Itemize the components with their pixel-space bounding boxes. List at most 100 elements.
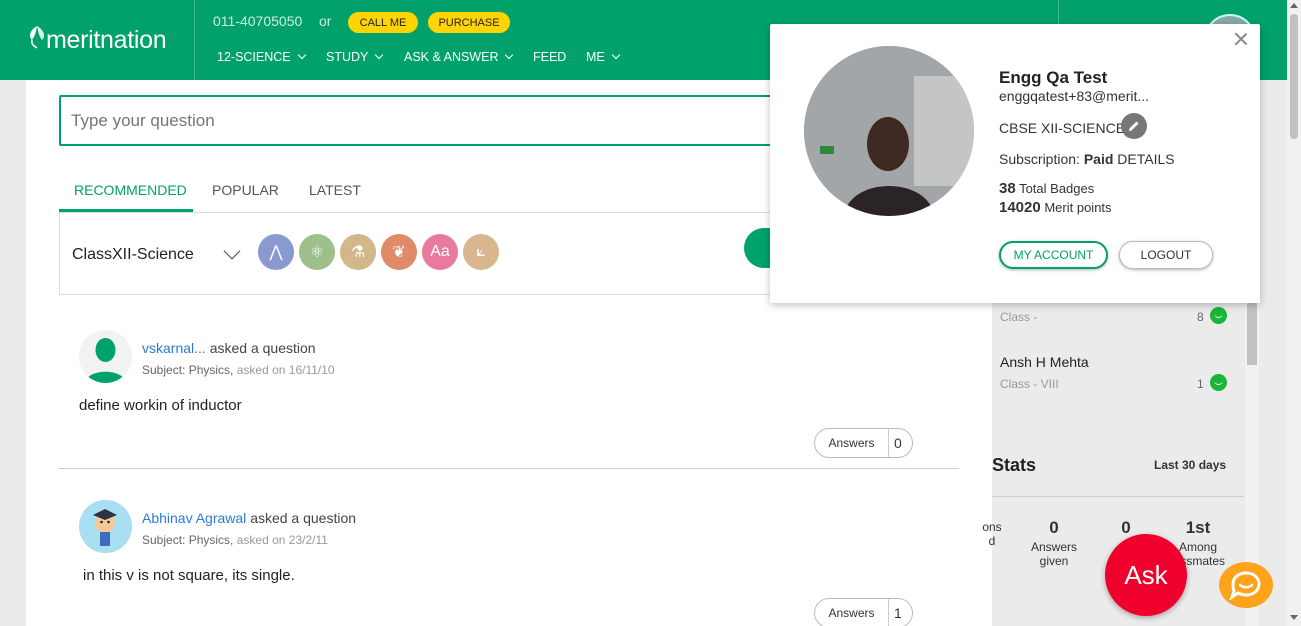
- graduate-avatar-icon: [79, 500, 132, 553]
- student-count: 8: [1197, 310, 1204, 324]
- smiley-icon: [1210, 307, 1227, 324]
- chat-icon: [1229, 571, 1261, 600]
- student-class: Class -: [1000, 310, 1038, 324]
- subject-name: Physics,: [188, 363, 234, 377]
- badges-label: Total Badges: [1019, 181, 1095, 196]
- english-icon[interactable]: Aa: [422, 234, 458, 270]
- economics-icon[interactable]: ⟀: [463, 234, 499, 270]
- maths-icon[interactable]: ⋀: [258, 234, 294, 270]
- nav-label: 12-SCIENCE: [217, 50, 291, 64]
- nav-label: ME: [586, 50, 605, 64]
- student-count: 1: [1197, 377, 1204, 391]
- purchase-button[interactable]: PURCHASE: [428, 12, 510, 33]
- stat-value: 0: [1049, 518, 1059, 537]
- stats-title: Stats: [992, 455, 1037, 475]
- stat-label: ons d: [982, 520, 1002, 548]
- merit-points: 14020: [999, 199, 1041, 216]
- physics-icon[interactable]: ⚛: [299, 234, 335, 270]
- badges-count: 38: [999, 180, 1016, 197]
- answers-count: 1: [894, 605, 902, 621]
- tab-popular[interactable]: POPULAR: [212, 182, 279, 198]
- answers-label: Answers: [815, 429, 889, 457]
- stat-questions: ons d: [962, 518, 1022, 548]
- subscription-status: Paid: [1083, 151, 1114, 167]
- class-select[interactable]: ClassXII-Science: [72, 246, 194, 264]
- edit-icon[interactable]: [1121, 113, 1147, 139]
- tab-latest[interactable]: LATEST: [309, 182, 361, 198]
- page-scrollbar[interactable]: [1287, 0, 1301, 626]
- profile-popup: Engg Qa Test enggqatest+83@merit... CBSE…: [770, 24, 1260, 303]
- profile-name: Engg Qa Test: [999, 68, 1108, 87]
- biology-icon[interactable]: ❦: [381, 234, 417, 270]
- question-meta: vskarnal... asked a question: [142, 340, 316, 356]
- stats-period[interactable]: Last 30 days: [1154, 458, 1226, 472]
- scroll-up-icon[interactable]: [1290, 3, 1298, 8]
- question-text[interactable]: in this v is not square, its single.: [83, 567, 295, 584]
- asked-date: asked on 16/11/10: [236, 363, 335, 377]
- stat-answers: 0 Answers given: [1024, 518, 1084, 568]
- subscription-line: Subscription: Paid DETAILS: [999, 151, 1175, 167]
- profile-email: enggqatest+83@merit...: [999, 88, 1150, 104]
- smiley-icon: [1210, 374, 1227, 391]
- pencil-icon: [1129, 121, 1139, 131]
- nav-label: STUDY: [326, 50, 369, 64]
- question-meta: Abhinav Agrawal asked a question: [142, 510, 356, 526]
- question-action: asked a question: [250, 510, 357, 526]
- question-author[interactable]: vskarnal...: [142, 340, 206, 356]
- profile-class: CBSE XII-SCIENCE: [999, 120, 1126, 136]
- student-name[interactable]: Ansh H Mehta: [1000, 354, 1089, 370]
- profile-stats: 38 Total Badges 14020 Merit points: [999, 179, 1112, 217]
- answers-button[interactable]: Answers 0: [814, 428, 913, 458]
- merit-label: Merit points: [1044, 200, 1112, 215]
- nav-feed[interactable]: FEED: [533, 50, 566, 64]
- user-silhouette-icon: [79, 330, 132, 383]
- logout-button[interactable]: LOGOUT: [1119, 241, 1213, 269]
- scroll-thumb[interactable]: [1290, 14, 1298, 139]
- profile-photo: [804, 46, 974, 216]
- subject-name: Physics,: [188, 533, 234, 547]
- ask-button[interactable]: Ask: [1105, 534, 1187, 616]
- chat-button[interactable]: [1219, 562, 1273, 608]
- chevron-down-icon: [611, 50, 620, 60]
- subject-label: Subject:: [142, 533, 186, 547]
- logo-text: meritnation: [46, 26, 167, 54]
- nav-me[interactable]: ME: [586, 50, 620, 64]
- scroll-down-icon[interactable]: [1290, 615, 1298, 620]
- nav-study[interactable]: STUDY: [326, 50, 384, 64]
- question-subject-line: Subject: Physics, asked on 16/11/10: [142, 363, 335, 377]
- chevron-down-icon: [375, 50, 384, 60]
- answers-label: Answers: [815, 599, 889, 626]
- question-text[interactable]: define workin of inductor: [79, 397, 242, 414]
- student-class: Class - VIII: [1000, 377, 1059, 391]
- answers-button[interactable]: Answers 1: [814, 598, 913, 626]
- stat-label: Answers given: [1030, 540, 1077, 568]
- chevron-down-icon: [505, 50, 514, 60]
- my-account-button[interactable]: MY ACCOUNT: [999, 241, 1108, 269]
- subject-label: Subject:: [142, 363, 186, 377]
- header-divider: [194, 0, 195, 80]
- stat-value: 1st: [1185, 518, 1211, 537]
- leaf-icon: [29, 26, 45, 49]
- asked-date: asked on 23/2/11: [236, 533, 328, 547]
- question-subject-line: Subject: Physics, asked on 23/2/11: [142, 533, 328, 547]
- nav-ask-answer[interactable]: ASK & ANSWER: [404, 50, 514, 64]
- divider: [992, 496, 1244, 497]
- meritnation-logo[interactable]: meritnation: [26, 24, 176, 58]
- tab-recommended[interactable]: RECOMMENDED: [74, 182, 187, 198]
- subscription-details-link[interactable]: DETAILS: [1117, 151, 1174, 167]
- call-me-button[interactable]: CALL ME: [348, 12, 418, 33]
- question-author[interactable]: Abhinav Agrawal: [142, 510, 246, 526]
- chemistry-icon[interactable]: ⚗: [340, 234, 376, 270]
- or-text: or: [319, 13, 332, 29]
- avatar[interactable]: [79, 500, 132, 553]
- chevron-down-icon[interactable]: [223, 242, 241, 260]
- close-icon[interactable]: [1234, 32, 1248, 46]
- chevron-down-icon: [297, 50, 306, 60]
- question-action: asked a question: [209, 340, 316, 356]
- avatar[interactable]: [79, 330, 132, 383]
- divider: [59, 468, 959, 469]
- profile-photo-image: [804, 46, 974, 216]
- nav-12-science[interactable]: 12-SCIENCE: [217, 50, 306, 64]
- subscription-label: Subscription:: [999, 151, 1080, 167]
- phone-number: 011-40705050: [213, 13, 303, 29]
